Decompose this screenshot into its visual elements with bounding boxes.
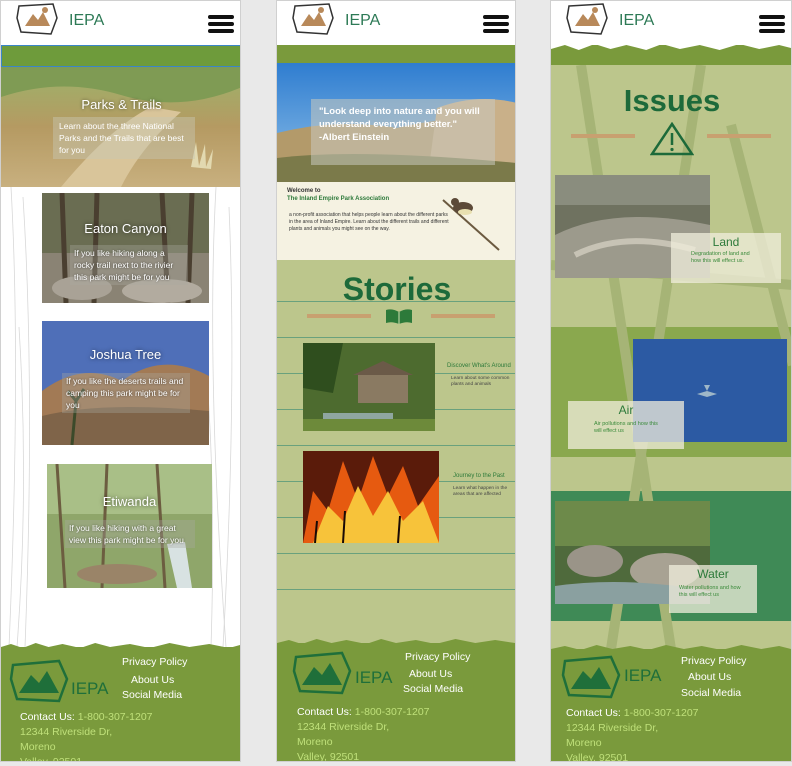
footer: IEPA Privacy Policy About Us Social Medi… <box>551 645 791 762</box>
park-card-eaton-canyon[interactable]: Eaton Canyon If you like hiking along a … <box>42 193 209 303</box>
phone-number[interactable]: 1-800-307-1207 <box>78 711 153 723</box>
footer-brand: IEPA <box>71 679 109 698</box>
issue-title: Land <box>712 235 740 249</box>
stories-title: Stories <box>342 271 452 307</box>
brand-name: IEPA <box>619 12 655 29</box>
title-rule-right <box>707 134 771 138</box>
story-label[interactable]: Discover What's Around <box>447 363 511 369</box>
title-rule-left <box>571 134 635 138</box>
park-description: If you like hiking with a great view thi… <box>65 520 195 548</box>
hamburger-menu-icon[interactable] <box>483 15 509 35</box>
bird-on-branch-image <box>442 198 500 251</box>
park-description: If you like hiking along a rocky trail n… <box>70 245 188 285</box>
iepa-logo-icon[interactable] <box>291 2 335 36</box>
title-rule-right <box>431 314 495 318</box>
address-line-1: 12344 Riverside Dr, Moreno <box>566 722 659 749</box>
issue-description: Water pollutions and how this will effec… <box>679 585 741 598</box>
iepa-logo-icon[interactable] <box>15 2 59 36</box>
story-wildfire-image[interactable] <box>303 451 439 543</box>
hamburger-menu-icon[interactable] <box>759 15 785 35</box>
address: 12344 Riverside Dr, Moreno Valley, 92501 <box>566 721 696 762</box>
footer-brand: IEPA <box>624 666 662 685</box>
contact-label: Contact Us: <box>297 706 352 718</box>
divider <box>277 445 515 446</box>
nav-strip <box>1 45 240 67</box>
quote-author: -Albert Einstein <box>319 132 390 143</box>
divider <box>277 337 515 338</box>
address: 12344 Riverside Dr, Moreno Valley, 92501 <box>20 725 150 762</box>
story-description: Learn what happen in the areas that are … <box>453 486 508 497</box>
home-screen: IEPA "Look deep into nature and you will… <box>276 0 516 762</box>
park-card-etiwanda[interactable]: Etiwanda If you like hiking with a great… <box>47 464 212 588</box>
iepa-logo-icon[interactable] <box>565 2 609 36</box>
hero-title: Parks & Trails <box>81 97 162 112</box>
social-media-link[interactable]: Social Media <box>681 687 741 699</box>
title-rule-left <box>307 314 371 318</box>
brand-name: IEPA <box>69 12 105 29</box>
header: IEPA <box>551 1 791 45</box>
issue-title: Air <box>618 403 634 417</box>
about-us-link[interactable]: About Us <box>688 671 731 683</box>
address-line-1: 12344 Riverside Dr, Moreno <box>297 721 390 748</box>
phone-number[interactable]: 1-800-307-1207 <box>624 707 699 719</box>
header: IEPA <box>1 1 240 45</box>
social-media-link[interactable]: Social Media <box>403 683 463 695</box>
footer-brand: IEPA <box>355 668 393 687</box>
association-intro: a non-profit association that helps peop… <box>289 212 449 232</box>
privacy-policy-link[interactable]: Privacy Policy <box>681 655 746 667</box>
story-description: Learn about some common plants and anima… <box>451 376 510 387</box>
issue-description: Degradation of land and how this will ef… <box>691 251 750 264</box>
footer-logo-icon[interactable] <box>292 649 354 697</box>
about-us-link[interactable]: About Us <box>131 674 174 686</box>
park-title: Joshua Tree <box>89 347 162 362</box>
phone-number[interactable]: 1-800-307-1207 <box>355 706 430 718</box>
park-card-joshua-tree[interactable]: Joshua Tree If you like the deserts trai… <box>42 321 209 445</box>
privacy-policy-link[interactable]: Privacy Policy <box>405 651 470 663</box>
issues-title: Issues <box>623 83 721 118</box>
quote-box: "Look deep into nature and you will unde… <box>311 99 495 165</box>
divider <box>277 553 515 554</box>
contact-label: Contact Us: <box>20 711 75 723</box>
brand-name: IEPA <box>345 12 381 29</box>
address-line-2: Valley, 92501 <box>297 751 360 762</box>
hamburger-menu-icon[interactable] <box>208 15 234 35</box>
issue-card-land[interactable]: Land Degradation of land and how this wi… <box>671 233 781 283</box>
contact-line: Contact Us: 1-800-307-1207 <box>20 711 153 723</box>
divider <box>277 589 515 590</box>
social-media-link[interactable]: Social Media <box>122 689 182 701</box>
footer-logo-icon[interactable] <box>9 657 71 705</box>
issue-card-water[interactable]: Water Water pollutions and how this will… <box>669 565 757 613</box>
issue-description: Air pollutions and how this will effect … <box>594 421 658 434</box>
story-cabin-image[interactable] <box>303 343 435 431</box>
address-line-1: 12344 Riverside Dr, Moreno <box>20 726 113 753</box>
contact-label: Contact Us: <box>566 707 621 719</box>
welcome-to-label: Welcome to <box>287 188 321 194</box>
address: 12344 Riverside Dr, Moreno Valley, 92501 <box>297 720 427 762</box>
issues-screen: IEPA Issues Land Degradation of land and… <box>550 0 792 762</box>
footer-logo-icon[interactable] <box>561 653 623 701</box>
address-line-2: Valley, 92501 <box>20 756 83 762</box>
address-line-2: Valley, 92501 <box>566 752 629 762</box>
privacy-policy-link[interactable]: Privacy Policy <box>122 656 187 668</box>
park-title: Eaton Canyon <box>84 221 167 236</box>
park-title: Etiwanda <box>102 494 157 509</box>
parks-screen: IEPA Parks & Trails Learn about the thre… <box>0 0 241 762</box>
open-book-icon <box>386 309 412 324</box>
footer: IEPA Privacy Policy About Us Social Medi… <box>1 643 240 762</box>
quote-text: "Look deep into nature and you will unde… <box>319 106 480 130</box>
about-us-link[interactable]: About Us <box>409 668 452 680</box>
contact-line: Contact Us: 1-800-307-1207 <box>566 707 699 719</box>
issue-title: Water <box>697 567 729 581</box>
footer: IEPA Privacy Policy About Us Social Medi… <box>277 639 515 762</box>
association-name: The Inland Empire Park Association <box>287 196 390 202</box>
park-description: If you like the deserts trails and campi… <box>62 373 190 413</box>
hero-description: Learn about the three National Parks and… <box>53 117 195 159</box>
warning-triangle-icon <box>650 122 694 156</box>
issue-card-air[interactable]: Air Air pollutions and how this will eff… <box>568 401 684 449</box>
story-label[interactable]: Journey to the Past <box>453 473 505 479</box>
contact-line: Contact Us: 1-800-307-1207 <box>297 706 430 718</box>
header: IEPA <box>277 1 515 45</box>
